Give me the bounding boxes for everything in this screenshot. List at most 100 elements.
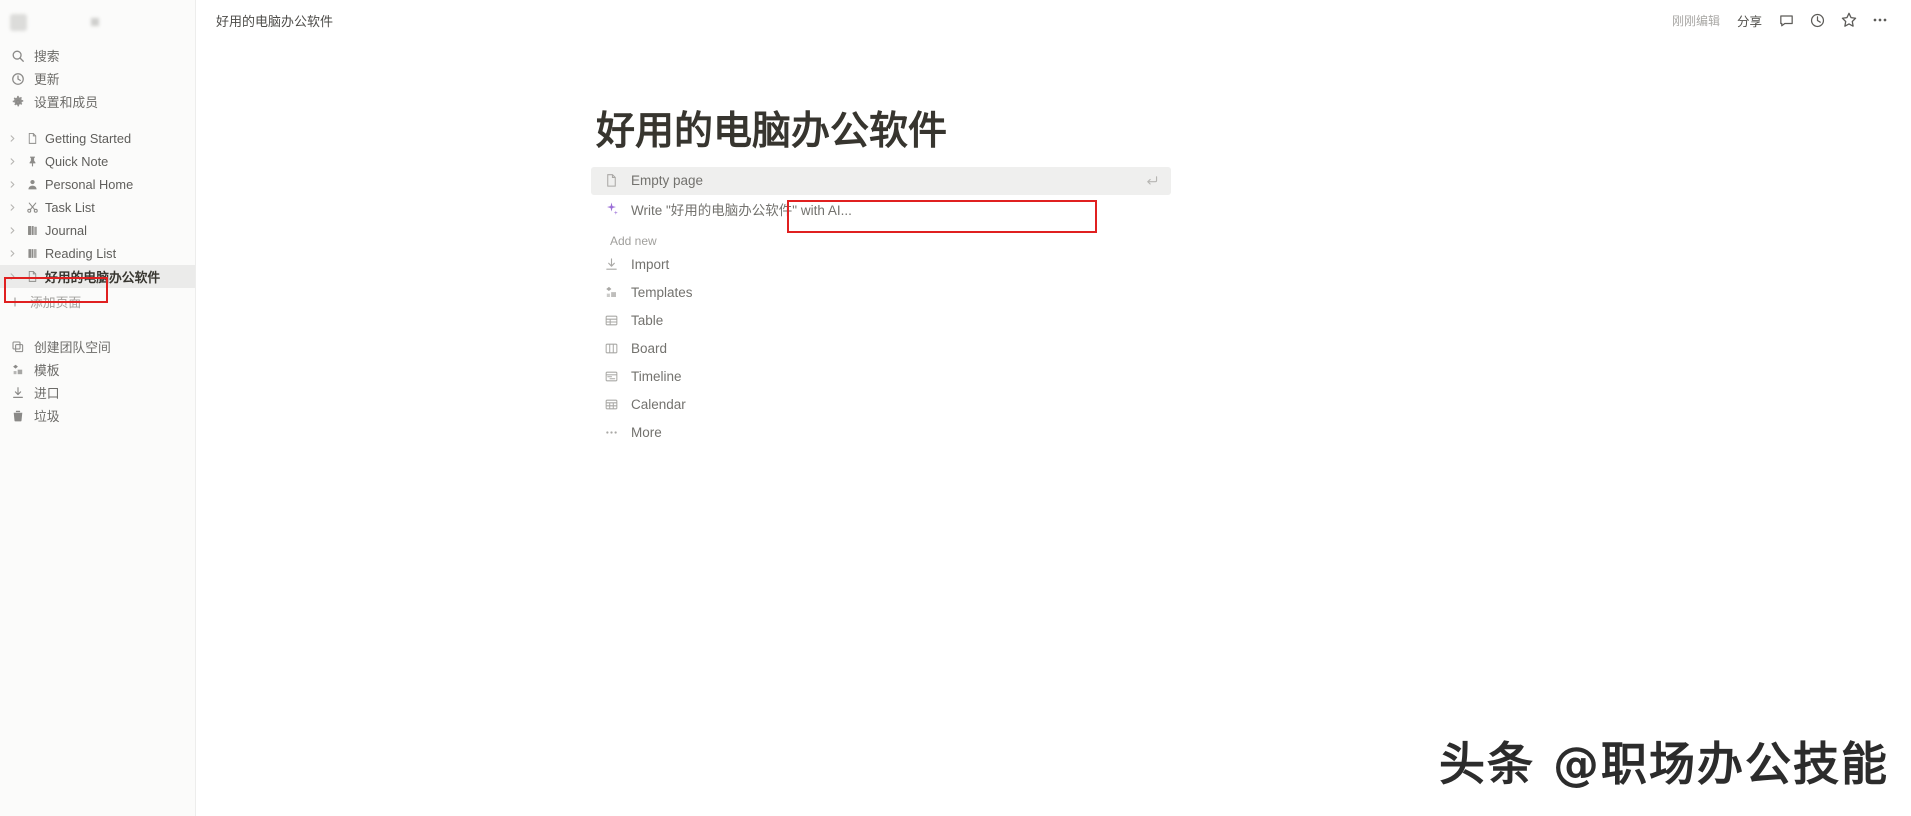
sidebar-page-quick-note[interactable]: Quick Note: [0, 150, 195, 173]
enter-return-icon: [1145, 174, 1159, 188]
sidebar-item-import[interactable]: 进口: [0, 381, 195, 404]
more-icon: [603, 424, 620, 441]
calendar-icon: [603, 396, 620, 413]
sidebar-page-label: Quick Note: [45, 154, 109, 169]
history-icon[interactable]: [1804, 7, 1831, 33]
sidebar-page-active[interactable]: 好用的电脑办公软件: [0, 265, 195, 288]
chevron-right-icon[interactable]: [6, 178, 19, 191]
share-button[interactable]: 分享: [1730, 7, 1769, 33]
templates-icon: [10, 362, 25, 377]
add-page-container: 添加页面: [0, 290, 195, 313]
sidebar-page-reading-list[interactable]: Reading List: [0, 242, 195, 265]
board-icon: [603, 340, 620, 357]
chevron-right-icon[interactable]: [6, 155, 19, 168]
chevron-right-icon[interactable]: [6, 224, 19, 237]
chevron-right-icon[interactable]: [6, 201, 19, 214]
sidebar-item-label: 搜索: [34, 49, 60, 64]
suggestion-label: Empty page: [631, 173, 704, 189]
chevron-right-icon[interactable]: [6, 270, 19, 283]
main-area: 好用的电脑办公软件 刚刚编辑 分享 好用的电脑办公软件 Empty page W…: [196, 0, 1911, 816]
sidebar-bottom-section: 创建团队空间 模板 进口 垃圾: [0, 335, 195, 427]
sidebar-page-label: Task List: [45, 200, 95, 215]
plus-icon: [8, 295, 22, 309]
add-new-label: More: [631, 425, 662, 441]
chevron-right-icon[interactable]: [6, 132, 19, 145]
document-icon: [603, 172, 620, 189]
clock-icon: [10, 71, 25, 86]
add-new-heading: Add new: [610, 233, 657, 248]
import-icon: [10, 385, 25, 400]
books-icon: [24, 246, 40, 262]
sidebar-divider-space: [0, 113, 195, 127]
add-new-label: Templates: [631, 285, 693, 301]
sidebar-item-templates[interactable]: 模板: [0, 358, 195, 381]
sidebar-page-label: 好用的电脑办公软件: [45, 270, 161, 285]
scissors-icon: [24, 200, 40, 216]
star-icon[interactable]: [1835, 7, 1862, 33]
sidebar-item-updates[interactable]: 更新: [0, 67, 195, 90]
chevron-right-icon[interactable]: [6, 247, 19, 260]
sidebar-item-label: 更新: [34, 72, 60, 87]
add-new-more[interactable]: More: [591, 419, 1171, 447]
suggestion-write-with-ai[interactable]: Write "好用的电脑办公软件" with AI...: [591, 195, 1171, 223]
sidebar-item-label: 垃圾: [34, 409, 60, 424]
sidebar-page-label: Reading List: [45, 246, 117, 261]
add-new-import[interactable]: Import: [591, 251, 1171, 279]
add-new-timeline[interactable]: Timeline: [591, 363, 1171, 391]
workspace-switcher[interactable]: [0, 6, 195, 38]
add-new-label: Timeline: [631, 369, 682, 385]
new-page-suggestions: Empty page Write "好用的电脑办公软件" with AI... …: [591, 166, 1171, 447]
document-icon: [24, 269, 40, 285]
top-bar: 好用的电脑办公软件 刚刚编辑 分享: [196, 0, 1911, 40]
sidebar-item-settings-members[interactable]: 设置和成员: [0, 90, 195, 113]
import-icon: [603, 256, 620, 273]
sidebar-item-create-teamspace[interactable]: 创建团队空间: [0, 335, 195, 358]
notion-app-window: 搜索 更新 设置和成员 Getting Started Quick Note P…: [0, 0, 1911, 816]
sidebar-page-journal[interactable]: Journal: [0, 219, 195, 242]
suggestion-empty-page[interactable]: Empty page: [591, 166, 1171, 195]
sidebar-page-personal-home[interactable]: Personal Home: [0, 173, 195, 196]
add-new-table[interactable]: Table: [591, 307, 1171, 335]
chevron-down-icon: [91, 18, 100, 26]
search-icon: [10, 48, 25, 63]
person-icon: [24, 177, 40, 193]
ai-sparkle-icon: [603, 200, 620, 217]
trash-icon: [10, 408, 25, 423]
suggestion-label: Write "好用的电脑办公软件" with AI...: [631, 202, 852, 218]
table-icon: [603, 312, 620, 329]
pin-icon: [24, 154, 40, 170]
right-edge-strip: [1905, 0, 1911, 816]
sidebar: 搜索 更新 设置和成员 Getting Started Quick Note P…: [0, 0, 196, 816]
topbar-actions: 刚刚编辑 分享: [1666, 7, 1893, 33]
add-new-board[interactable]: Board: [591, 335, 1171, 363]
workspace-avatar: [10, 13, 27, 31]
sidebar-page-label: Personal Home: [45, 177, 134, 192]
page-title[interactable]: 好用的电脑办公软件: [596, 110, 1911, 155]
sidebar-page-label: Journal: [45, 223, 87, 238]
timeline-icon: [603, 368, 620, 385]
add-page-button[interactable]: 添加页面: [0, 290, 195, 313]
add-new-templates[interactable]: Templates: [591, 279, 1171, 307]
sidebar-item-label: 进口: [34, 386, 60, 401]
add-new-calendar[interactable]: Calendar: [591, 391, 1171, 419]
more-icon[interactable]: [1866, 7, 1893, 33]
gear-icon: [10, 94, 25, 109]
workspace-name: [34, 15, 82, 30]
add-page-label: 添加页面: [30, 295, 82, 310]
add-new-label: Import: [631, 257, 670, 273]
sidebar-item-label: 模板: [34, 363, 60, 378]
sidebar-page-getting-started[interactable]: Getting Started: [0, 127, 195, 150]
sidebar-page-label: Getting Started: [45, 131, 132, 146]
watermark: 头条 @职场办公技能: [1438, 737, 1889, 791]
templates-icon: [603, 284, 620, 301]
page-content: 好用的电脑办公软件 Empty page Write "好用的电脑办公软件" w…: [196, 40, 1911, 447]
sidebar-item-trash[interactable]: 垃圾: [0, 404, 195, 427]
add-new-label: Calendar: [631, 397, 686, 413]
breadcrumb[interactable]: 好用的电脑办公软件: [210, 8, 339, 33]
sidebar-page-task-list[interactable]: Task List: [0, 196, 195, 219]
sidebar-item-search[interactable]: 搜索: [0, 44, 195, 67]
comment-icon[interactable]: [1773, 7, 1800, 33]
add-new-label: Board: [631, 341, 668, 357]
add-new-label: Table: [631, 313, 664, 329]
sidebar-item-label: 设置和成员: [34, 95, 98, 110]
